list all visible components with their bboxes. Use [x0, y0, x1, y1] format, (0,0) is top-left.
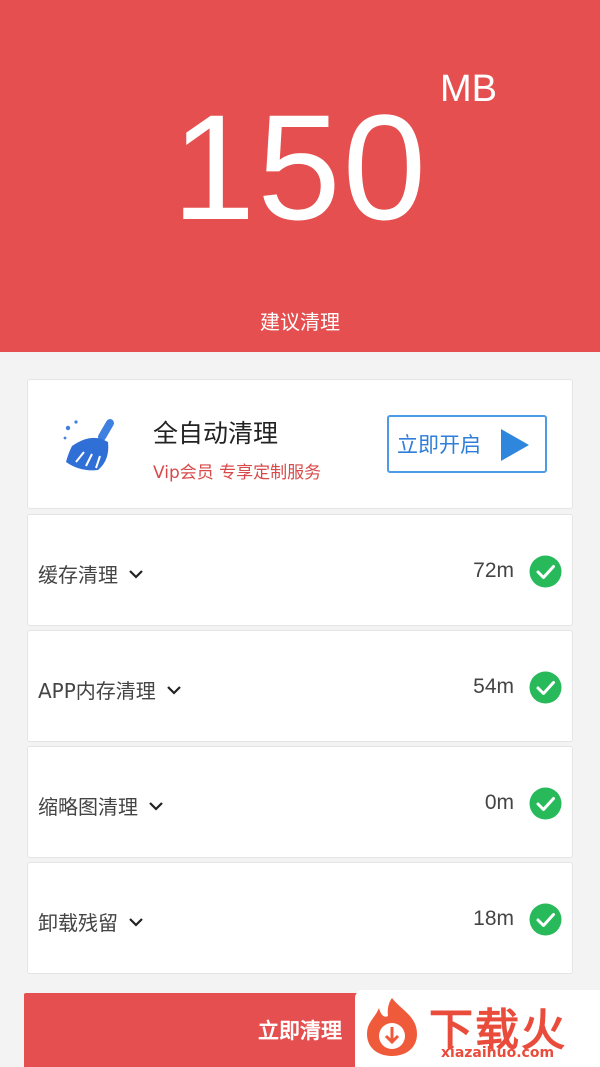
row-value: 54m: [473, 675, 514, 698]
list-item-cache[interactable]: 缓存清理 72m: [27, 514, 573, 626]
check-circle-icon[interactable]: [529, 787, 562, 820]
flame-logo-icon: [367, 998, 417, 1056]
promo-subtitle: Vip会员 专享定制服务: [153, 463, 322, 483]
summary-header: 150 MB 建议清理: [0, 0, 600, 352]
row-label: 缓存清理: [38, 563, 118, 587]
chevron-down-icon[interactable]: [128, 917, 144, 927]
enable-now-button[interactable]: 立即开启: [387, 415, 547, 473]
list-item-thumbnails[interactable]: 缩略图清理 0m: [27, 746, 573, 858]
clean-now-label: 立即清理: [258, 1019, 342, 1043]
row-label: 缩略图清理: [38, 795, 138, 819]
broom-icon: [63, 419, 114, 471]
row-label: 卸载残留: [38, 911, 118, 935]
row-value: 0m: [484, 791, 514, 814]
list-item-uninstall-residue[interactable]: 卸载残留 18m: [27, 862, 573, 974]
chevron-down-icon[interactable]: [148, 801, 164, 811]
junk-size-unit: MB: [440, 68, 497, 110]
promo-title: 全自动清理: [153, 419, 279, 448]
list-item-app-memory[interactable]: APP内存清理 54m: [27, 630, 573, 742]
check-circle-icon[interactable]: [529, 903, 562, 936]
play-icon: [501, 429, 529, 461]
row-value: 18m: [473, 907, 514, 930]
watermark: 下载火 xiazaihuo.com: [355, 990, 600, 1067]
junk-size-value: 150: [171, 83, 429, 251]
row-value: 72m: [473, 559, 514, 582]
suggest-clean-text: 建议清理: [260, 310, 340, 334]
check-circle-icon[interactable]: [529, 671, 562, 704]
check-circle-icon[interactable]: [529, 555, 562, 588]
enable-now-label: 立即开启: [397, 433, 481, 457]
chevron-down-icon[interactable]: [128, 569, 144, 579]
row-label: APP内存清理: [38, 679, 156, 703]
chevron-down-icon[interactable]: [166, 685, 182, 695]
watermark-url: xiazaihuo.com: [441, 1045, 555, 1061]
